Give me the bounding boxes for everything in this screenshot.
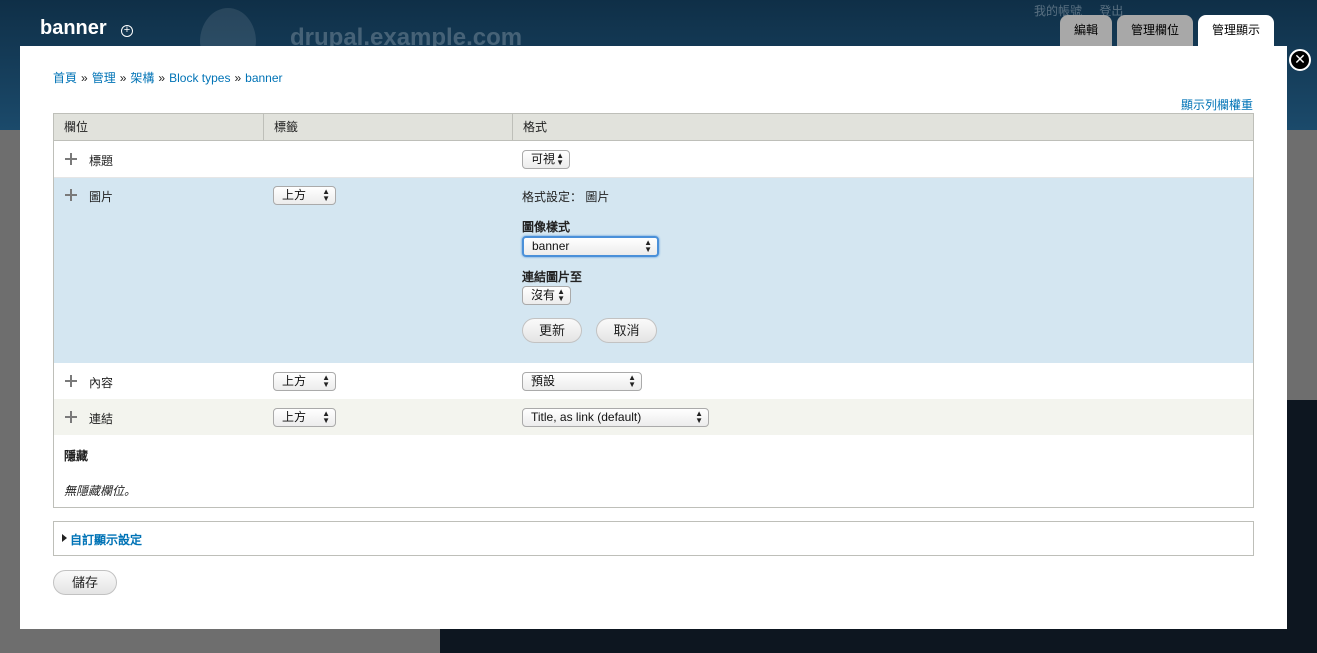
tab-edit[interactable]: 編輯 (1060, 15, 1113, 46)
format-select[interactable]: 預設 ▲ ▼ (522, 372, 642, 391)
image-style-label: 圖像樣式 (522, 220, 571, 234)
tab-manage-display[interactable]: 管理顯示 (1198, 15, 1275, 46)
format-settings-heading: 格式設定： 圖片 (522, 190, 610, 204)
drag-handle-icon[interactable] (64, 410, 78, 424)
breadcrumb-structure[interactable]: 架構 (130, 71, 154, 85)
close-icon[interactable]: ✕ (1289, 49, 1311, 71)
format-select[interactable]: Title, as link (default) ▲ ▼ (522, 408, 709, 427)
custom-display-settings-fieldset[interactable]: 自訂顯示設定 (53, 521, 1254, 556)
expand-triangle-icon[interactable] (62, 534, 67, 542)
field-name: 連結 (89, 412, 114, 426)
plus-circle-icon[interactable]: + (121, 25, 133, 37)
header-label: 標籤 (264, 114, 513, 140)
link-image-label: 連結圖片至 (522, 270, 583, 284)
table-row-link: 連結 上方 ▲ ▼ Title, as link (default) ▲ ▼ (54, 399, 1253, 435)
field-name: 圖片 (89, 190, 114, 204)
hidden-region-heading: 隱藏 (64, 449, 89, 463)
breadcrumb-banner[interactable]: banner (245, 71, 282, 85)
table-row-content: 內容 上方 ▲ ▼ 預設 ▲ ▼ (54, 363, 1253, 399)
format-select[interactable]: 可視 ▲ ▼ (522, 150, 570, 169)
label-select[interactable]: 上方 ▲ ▼ (273, 186, 336, 205)
table-header: 欄位 標籤 格式 (54, 114, 1253, 141)
drag-handle-icon[interactable] (64, 188, 78, 202)
save-button[interactable]: 儲存 (53, 570, 117, 595)
table-row-image: 圖片 上方 ▲ ▼ 格式設定： 圖片 圖像樣式 banner ▲ ▼ 連結圖片至 沒有 ▲… (54, 178, 1253, 363)
table-row-title: 標題 可視 ▲ ▼ (54, 141, 1253, 178)
fields-table: 欄位 標籤 格式 標題 可視 ▲ ▼ 圖片 上方 ▲ ▼ 格式設定： 圖片 圖像樣式 b… (53, 113, 1254, 508)
drag-handle-icon[interactable] (64, 374, 78, 388)
breadcrumb: 首頁» 管理» 架構» Block types» banner (53, 71, 283, 85)
hidden-region-empty-text: 無隱藏欄位。 (64, 484, 137, 498)
tabs: 編輯 管理欄位 管理顯示 (1060, 15, 1275, 46)
drag-handle-icon[interactable] (64, 152, 78, 166)
tab-manage-fields[interactable]: 管理欄位 (1117, 15, 1194, 46)
custom-display-settings-toggle[interactable]: 自訂顯示設定 (70, 531, 142, 548)
field-name: 內容 (89, 376, 114, 390)
link-image-select[interactable]: 沒有 ▲ ▼ (522, 286, 571, 305)
cancel-button[interactable]: 取消 (596, 318, 657, 343)
header-field: 欄位 (54, 114, 264, 140)
breadcrumb-home[interactable]: 首頁 (53, 71, 77, 85)
label-select[interactable]: 上方 ▲ ▼ (273, 408, 336, 427)
image-style-select[interactable]: banner ▲ ▼ (522, 236, 659, 257)
show-row-weights-link[interactable]: 顯示列欄權重 (1181, 96, 1253, 113)
label-select[interactable]: 上方 ▲ ▼ (273, 372, 336, 391)
header-format: 格式 (523, 120, 548, 134)
overlay-title: banner (40, 17, 107, 39)
breadcrumb-admin[interactable]: 管理 (92, 71, 116, 85)
field-name: 標題 (89, 154, 114, 168)
update-button[interactable]: 更新 (522, 318, 582, 343)
breadcrumb-block-types[interactable]: Block types (169, 71, 230, 85)
